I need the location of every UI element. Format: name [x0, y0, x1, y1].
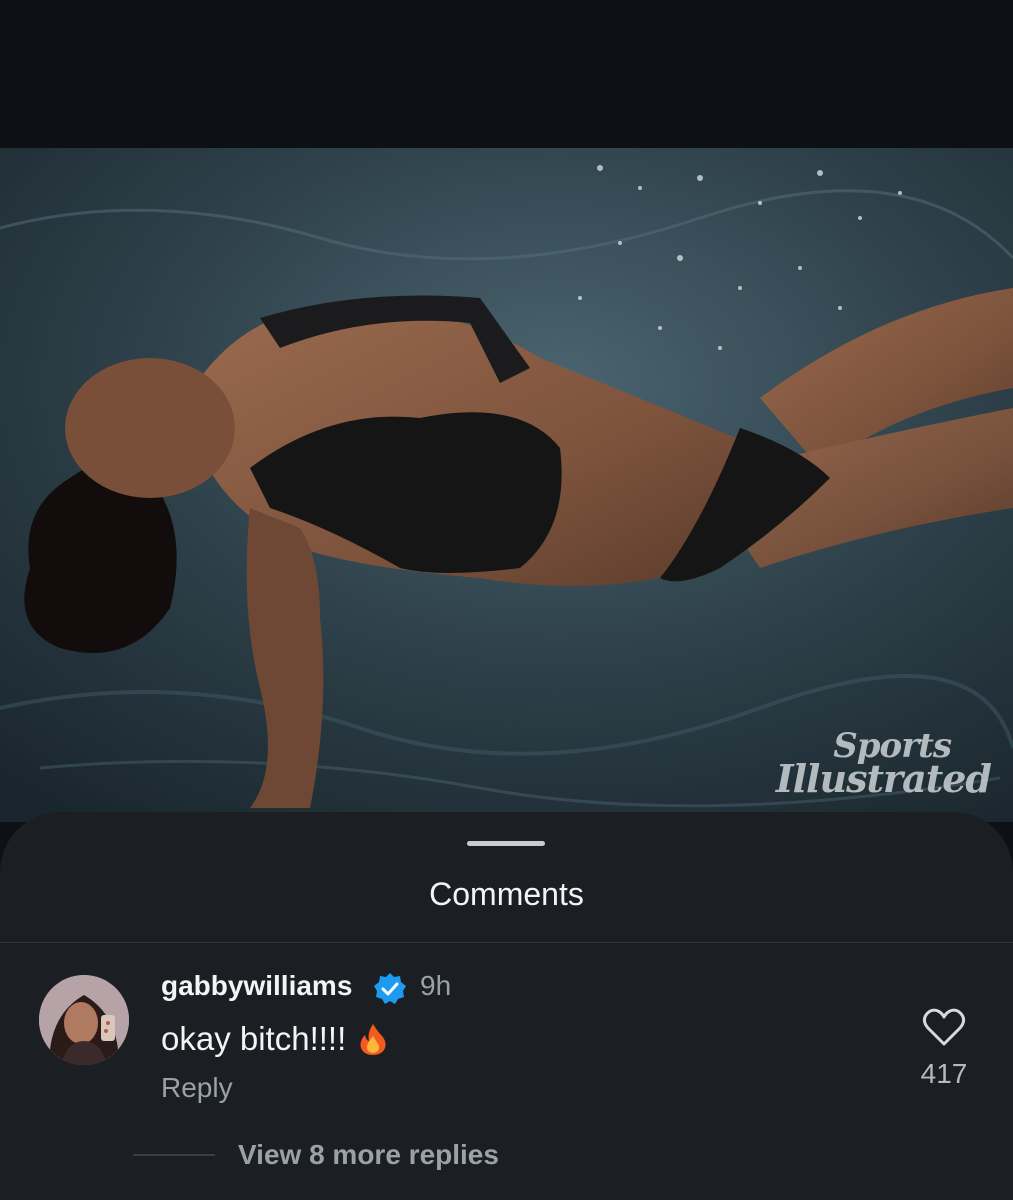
- sports-illustrated-watermark: Sports Illustrated: [775, 729, 992, 801]
- comment-username[interactable]: gabbywilliams: [161, 970, 352, 1002]
- post-photo[interactable]: Sports Illustrated: [0, 148, 1013, 822]
- verified-badge-icon: [374, 973, 406, 1004]
- photo-illustration: [0, 148, 1013, 822]
- comments-title: Comments: [429, 876, 584, 912]
- view-more-replies-button[interactable]: View 8 more replies: [238, 1139, 499, 1171]
- comment-timestamp: 9h: [420, 970, 452, 1001]
- replies-connector-line: [133, 1154, 215, 1156]
- comments-sheet: Comments gabbywilliams 9h okay bitch!!!!: [0, 812, 1013, 1200]
- avatar[interactable]: [39, 975, 129, 1065]
- comment-text: okay bitch!!!!: [161, 1020, 347, 1057]
- reply-button[interactable]: Reply: [161, 1072, 233, 1104]
- screen: Sports Illustrated Comments gabbywilliam…: [0, 0, 1013, 1200]
- sheet-drag-handle[interactable]: [467, 841, 545, 846]
- avatar-image: [39, 975, 129, 1065]
- fire-emoji-icon: [360, 1024, 386, 1055]
- like-count: 417: [920, 1058, 968, 1089]
- watermark-line-2: Illustrated: [775, 755, 992, 801]
- comment-body: okay bitch!!!!: [161, 1020, 390, 1058]
- header-divider: [0, 942, 1013, 943]
- top-black-area: [0, 0, 1013, 148]
- heart-icon[interactable]: [922, 1007, 966, 1047]
